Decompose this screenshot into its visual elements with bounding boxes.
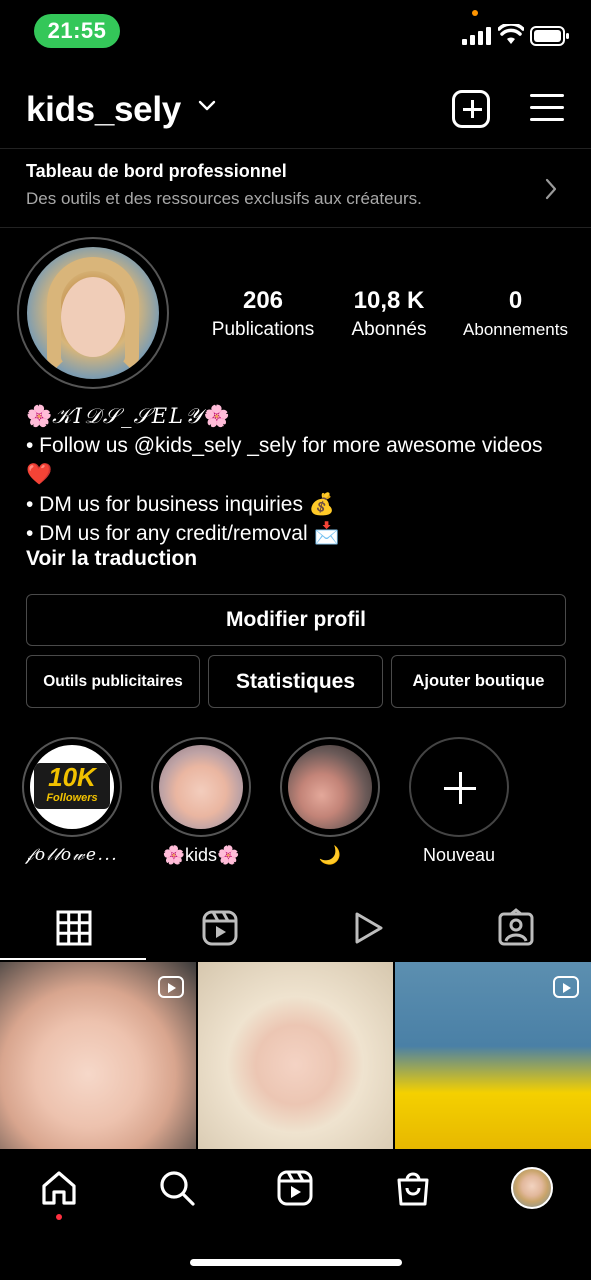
chevron-down-icon[interactable] [198, 100, 216, 112]
reels-icon[interactable] [275, 1168, 315, 1208]
stat-label: Publications [211, 319, 315, 340]
profile-tabs [0, 900, 591, 960]
reel-badge-icon [158, 976, 184, 998]
highlight-label: Nouveau [422, 845, 496, 865]
bio-line-text: • Follow us @kids_sely _sely for more aw… [26, 433, 543, 457]
bio-line-text: • DM us for business inquiries [26, 492, 309, 516]
10k-followers-badge: 10K Followers [34, 763, 110, 809]
avatar-face [61, 277, 125, 357]
search-icon[interactable] [157, 1168, 197, 1208]
stat-value: 206 [242, 287, 284, 314]
highlight-followers[interactable]: 10K Followers 𝒻𝑜𝓁𝓁𝑜𝓌𝑒... [22, 737, 122, 867]
reels-icon[interactable] [200, 908, 240, 948]
profile-bio: 🌸𝒦𝐼𝒟𝒮_𝒮𝐸𝐿𝒴🌸 • Follow us @kids_sely _sely… [26, 402, 571, 549]
highlight-label: 𝒻𝑜𝓁𝓁𝑜𝓌𝑒... [25, 845, 119, 865]
new-highlight-button[interactable]: Nouveau [409, 737, 509, 867]
badge-text: Followers [46, 792, 98, 804]
dashboard-subtitle: Des outils et des ressources exclusifs a… [26, 189, 422, 208]
highlight-cover [159, 745, 243, 829]
highlight-label: 🌙 [318, 845, 342, 865]
stat-label: Abonnés [351, 319, 427, 340]
privacy-indicator-dot [472, 10, 478, 16]
profile-avatar-ring[interactable] [17, 237, 169, 389]
status-time: 21:55 [34, 14, 120, 48]
highlight-label: 🌸kids🌸 [162, 845, 240, 865]
badge-number: 10K [48, 762, 96, 792]
money-bag-emoji: 💰 [308, 491, 335, 516]
add-post-icon[interactable] [452, 90, 490, 128]
highlight-cover: 10K Followers [30, 745, 114, 829]
stat-value: 0 [508, 287, 523, 314]
highlight-night[interactable]: 🌙 [280, 737, 380, 867]
post-thumbnail[interactable] [0, 962, 196, 1149]
profile-avatar[interactable] [511, 1167, 553, 1209]
post-thumbnail[interactable] [395, 962, 591, 1149]
profile-header: kids_sely [0, 84, 591, 140]
reel-badge-icon [553, 976, 579, 998]
plus-icon [444, 787, 476, 790]
video-play-icon[interactable] [348, 908, 388, 948]
edit-profile-button[interactable]: Modifier profil [26, 594, 566, 646]
stat-label: Abonnements [463, 320, 568, 339]
highlight-kids[interactable]: 🌸kids🌸 [151, 737, 251, 867]
new-highlight-ring[interactable] [409, 737, 509, 837]
profile-avatar[interactable] [27, 247, 159, 379]
home-icon[interactable] [39, 1168, 79, 1208]
highlight-ring[interactable] [280, 737, 380, 837]
home-indicator[interactable] [190, 1259, 402, 1266]
ad-tools-button[interactable]: Outils publicitaires [26, 655, 200, 708]
posts-grid [0, 962, 591, 1149]
stat-followers[interactable]: 10,8 K Abonnés [340, 286, 438, 344]
add-shop-button[interactable]: Ajouter boutique [391, 655, 566, 708]
flower-emoji: 🌸 [203, 404, 230, 428]
envelope-emoji: 📩 [313, 521, 340, 545]
menu-icon[interactable] [530, 94, 564, 122]
stat-publications[interactable]: 206 Publications [204, 286, 322, 344]
signal-icon [462, 27, 491, 45]
active-tab-indicator [0, 958, 146, 960]
highlight-ring[interactable]: 10K Followers [22, 737, 122, 837]
post-thumbnail[interactable] [198, 962, 393, 1149]
shop-icon[interactable] [393, 1168, 433, 1208]
display-name: 𝒦𝐼𝒟𝒮_𝒮𝐸𝐿𝒴 [52, 404, 204, 428]
dashboard-title: Tableau de bord professionnel [26, 161, 287, 181]
bio-line: • DM us for business inquiries 💰 [26, 490, 571, 520]
statistics-button[interactable]: Statistiques [208, 655, 383, 708]
account-switcher[interactable]: kids_sely [26, 90, 181, 130]
stat-value: 10,8 K [353, 287, 425, 314]
stat-following[interactable]: 0 Abonnements [458, 286, 573, 344]
professional-dashboard-banner[interactable]: Tableau de bord professionnel Des outils… [0, 148, 591, 228]
tagged-icon[interactable] [496, 908, 536, 948]
grid-icon[interactable] [54, 908, 94, 948]
heart-emoji: ❤️ [26, 462, 53, 486]
bio-name-line: 🌸𝒦𝐼𝒟𝒮_𝒮𝐸𝐿𝒴🌸 [26, 402, 571, 432]
highlight-cover [288, 745, 372, 829]
notification-dot [56, 1214, 62, 1220]
chevron-right-icon [545, 178, 557, 200]
highlight-ring[interactable] [151, 737, 251, 837]
battery-icon [530, 26, 569, 46]
bio-line: • DM us for any credit/removal 📩 [26, 519, 571, 549]
flower-emoji: 🌸 [26, 404, 53, 428]
see-translation-link[interactable]: Voir la traduction [26, 547, 197, 571]
status-bar: 21:55 [0, 0, 591, 60]
bio-line-text: • DM us for any credit/removal [26, 522, 314, 545]
wifi-icon [498, 24, 524, 44]
bio-line: • Follow us @kids_sely _sely for more aw… [26, 432, 571, 490]
